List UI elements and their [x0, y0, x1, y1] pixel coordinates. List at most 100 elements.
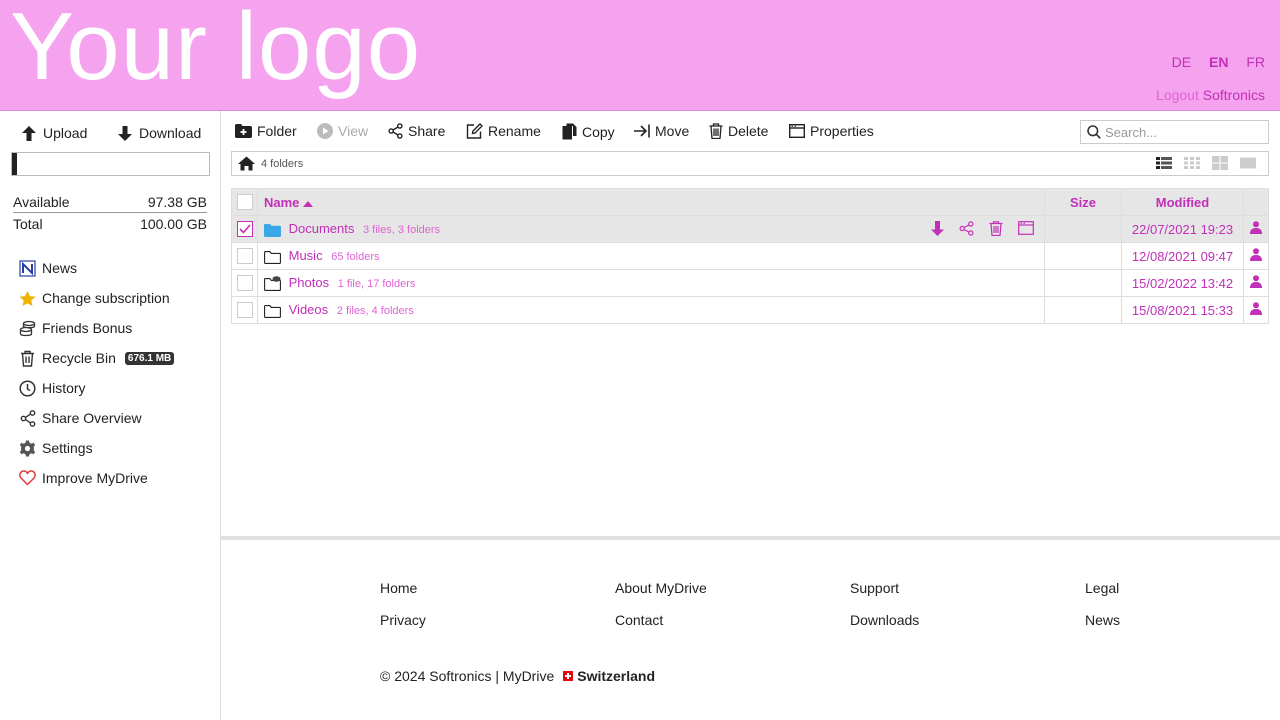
sidebar-item-news[interactable]: News: [19, 253, 174, 283]
user-icon: [1250, 248, 1262, 261]
header: Your logo DE EN FR Logout Softronics: [0, 0, 1280, 111]
select-all-cell: [231, 188, 258, 216]
list-view-icon[interactable]: [1156, 156, 1172, 170]
quota-bar-fill: [12, 153, 18, 175]
select-all-checkbox[interactable]: [236, 194, 253, 211]
footer-link-about[interactable]: About MyDrive: [615, 580, 707, 596]
copyright: © 2024 Softronics | MyDrive Switzerland: [380, 668, 655, 684]
name-cell: Photos 1 file, 17 folders: [257, 269, 1045, 297]
small-grid-view-icon[interactable]: [1184, 156, 1200, 170]
shared-folder-icon: [264, 276, 281, 291]
row-checkbox-cell: [231, 269, 258, 297]
row-checkbox[interactable]: [236, 275, 253, 292]
table-row[interactable]: Documents 3 files, 3 folders 22/07/2021 …: [231, 215, 1269, 243]
rename-button[interactable]: Rename: [466, 123, 541, 139]
new-folder-button[interactable]: Folder: [235, 123, 297, 139]
lang-de[interactable]: DE: [1172, 54, 1191, 70]
sidebar-item-improve-mydrive[interactable]: Improve MyDrive: [19, 463, 174, 493]
sidebar-item-change-subscription[interactable]: Change subscription: [19, 283, 174, 313]
row-checkbox[interactable]: [236, 248, 253, 265]
sidebar-item-friends-bonus[interactable]: Friends Bonus: [19, 313, 174, 343]
column-name-label: Name: [264, 194, 300, 210]
language-switcher: DE EN FR: [1158, 54, 1265, 70]
file-name-link[interactable]: Documents: [289, 221, 355, 236]
share-icon: [388, 123, 403, 139]
download-icon[interactable]: [931, 221, 944, 236]
sidebar-item-share-overview[interactable]: Share Overview: [19, 403, 174, 433]
footer-link-downloads[interactable]: Downloads: [850, 612, 919, 628]
upload-button[interactable]: Upload: [22, 123, 87, 143]
large-view-icon[interactable]: [1240, 156, 1256, 170]
footer-link-legal[interactable]: Legal: [1085, 580, 1119, 596]
size-cell: [1044, 242, 1122, 270]
file-meta: 3 files, 3 folders: [363, 224, 441, 237]
footer-link-home[interactable]: Home: [380, 580, 417, 596]
delete-button[interactable]: Delete: [709, 123, 768, 139]
sidebar-nav: News Change subscription Friends Bonus R…: [19, 253, 175, 493]
sidebar-item-label: Share Overview: [42, 410, 142, 426]
sidebar-item-label: Recycle Bin: [42, 350, 116, 366]
view-mode-switcher: [1156, 156, 1256, 170]
row-checkbox[interactable]: [236, 221, 253, 238]
user-name-link[interactable]: Softronics: [1203, 87, 1265, 103]
file-meta: 1 file, 17 folders: [337, 277, 416, 290]
lang-en[interactable]: EN: [1209, 54, 1228, 70]
column-modified[interactable]: Modified: [1121, 188, 1244, 216]
column-name[interactable]: Name: [257, 188, 1045, 216]
user-icon: [1250, 221, 1262, 234]
logout-link[interactable]: Logout: [1156, 87, 1199, 103]
folder-outline-icon: [264, 250, 281, 264]
footer-link-contact[interactable]: Contact: [615, 612, 663, 628]
footer-link-privacy[interactable]: Privacy: [380, 612, 426, 628]
row-checkbox[interactable]: [236, 302, 253, 319]
name-cell: Documents 3 files, 3 folders: [257, 215, 1045, 243]
modified-cell: 15/08/2021 15:33: [1121, 296, 1244, 324]
name-cell: Videos 2 files, 4 folders: [257, 296, 1045, 324]
column-size[interactable]: Size: [1044, 188, 1122, 216]
logo[interactable]: Your logo: [10, 0, 421, 102]
home-icon[interactable]: [238, 156, 255, 171]
search-input[interactable]: [1105, 124, 1255, 140]
trash-icon[interactable]: [989, 221, 1003, 236]
sidebar-item-label: News: [42, 260, 78, 276]
owner-cell: [1243, 242, 1269, 270]
delete-label: Delete: [728, 123, 769, 139]
table-row[interactable]: Music 65 folders 12/08/2021 09:47: [231, 242, 1269, 270]
download-button[interactable]: Download: [118, 123, 201, 143]
grid-view-icon[interactable]: [1212, 156, 1228, 170]
owner-cell: [1243, 269, 1269, 297]
sidebar-item-label: Change subscription: [42, 290, 170, 306]
window-icon: [789, 124, 805, 138]
window-icon[interactable]: [1018, 221, 1034, 235]
available-label: Available: [13, 193, 70, 210]
search-icon: [1087, 125, 1101, 139]
sidebar-item-settings[interactable]: Settings: [19, 433, 174, 463]
pencil-square-icon: [466, 123, 483, 139]
breadcrumb: 4 folders: [231, 151, 1269, 176]
file-name-link[interactable]: Videos: [289, 302, 329, 317]
user-line: Logout Softronics: [1156, 87, 1265, 103]
move-button[interactable]: Move: [634, 123, 689, 139]
lang-fr[interactable]: FR: [1246, 54, 1265, 70]
share-icon[interactable]: [959, 221, 974, 236]
table-row[interactable]: Photos 1 file, 17 folders 15/02/2022 13:…: [231, 269, 1269, 297]
available-value: 97.38 GB: [147, 193, 207, 210]
table-row[interactable]: Videos 2 files, 4 folders 15/08/2021 15:…: [231, 296, 1269, 324]
sidebar-item-recycle-bin[interactable]: Recycle Bin 676.1 MB: [19, 343, 175, 373]
properties-button[interactable]: Properties: [789, 123, 874, 139]
share-icon: [19, 409, 36, 427]
footer-link-support[interactable]: Support: [850, 580, 899, 596]
modified-cell: 12/08/2021 09:47: [1121, 242, 1244, 270]
file-name-link[interactable]: Music: [289, 248, 323, 263]
copy-button[interactable]: Copy: [562, 123, 615, 140]
clock-icon: [19, 379, 36, 397]
quota-bar: [11, 152, 210, 176]
file-name-link[interactable]: Photos: [289, 275, 329, 290]
view-button[interactable]: View: [317, 123, 368, 139]
recycle-bin-size-badge: 676.1 MB: [124, 351, 175, 365]
footer-link-news[interactable]: News: [1085, 612, 1120, 628]
size-cell: [1044, 269, 1122, 297]
sidebar-item-history[interactable]: History: [19, 373, 174, 403]
row-checkbox-cell: [231, 296, 258, 324]
share-button[interactable]: Share: [388, 123, 445, 139]
